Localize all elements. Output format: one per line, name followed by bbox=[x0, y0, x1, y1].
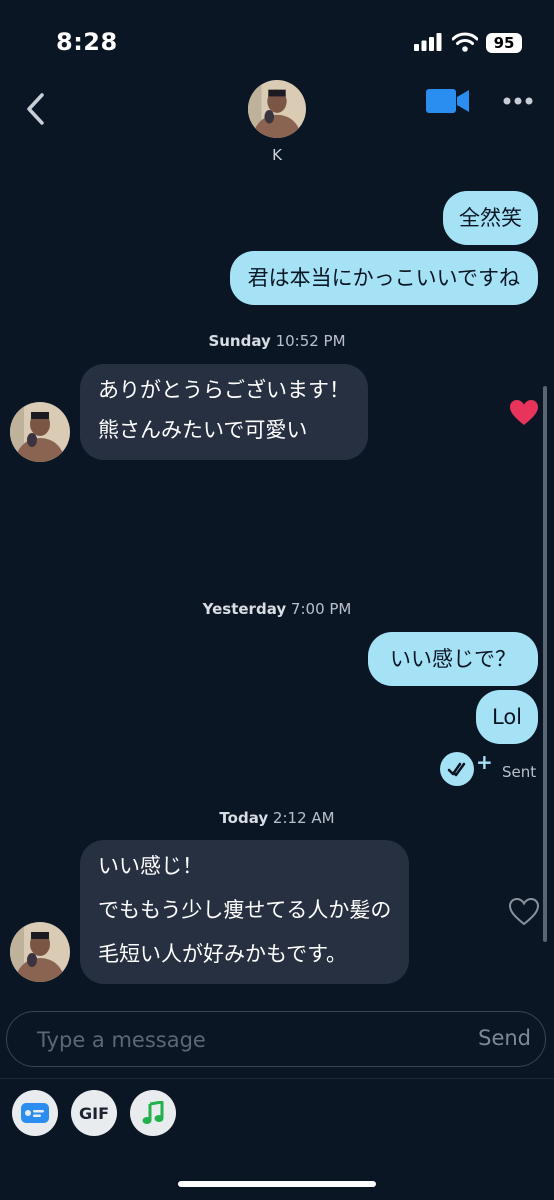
message-sent[interactable]: いい感じで？ bbox=[368, 632, 538, 686]
message-text: いい感じで？ bbox=[390, 647, 516, 671]
timestamp-time: 10:52 PM bbox=[275, 332, 346, 350]
scrollbar[interactable] bbox=[543, 386, 547, 942]
gif-button[interactable]: GIF bbox=[71, 1090, 117, 1136]
message-text-line: いい感じ！ bbox=[98, 854, 203, 878]
plus-icon: + bbox=[476, 750, 493, 774]
more-options-icon[interactable] bbox=[502, 95, 534, 107]
battery-indicator: 95 bbox=[486, 33, 522, 53]
signal-icon bbox=[414, 33, 442, 51]
timestamp-day: Sunday bbox=[208, 332, 271, 350]
message-text-line: ありがとうらございます！ bbox=[98, 378, 350, 402]
send-button[interactable]: Send bbox=[478, 1026, 531, 1050]
contact-name: K bbox=[272, 146, 282, 164]
message-received[interactable]: いい感じ！ でももう少し痩せてる人か髪の 毛短い人が好みかもです。 bbox=[80, 840, 410, 984]
contact-avatar[interactable] bbox=[248, 80, 306, 138]
message-text-line: 熊さんみたいで可愛い bbox=[98, 418, 308, 442]
timestamp-divider: Today 2:12 AM bbox=[0, 809, 554, 827]
message-text: 全然笑 bbox=[459, 206, 522, 230]
status-time: 8:28 bbox=[56, 28, 118, 56]
music-button[interactable] bbox=[130, 1090, 176, 1136]
message-received[interactable]: ありがとうらございます！ 熊さんみたいで可愛い bbox=[80, 364, 368, 460]
double-check-glyph bbox=[447, 762, 466, 777]
avatar-photo bbox=[10, 922, 70, 982]
sticker-button[interactable] bbox=[12, 1090, 58, 1136]
timestamp-time: 7:00 PM bbox=[290, 600, 352, 618]
delivery-status: Sent bbox=[502, 763, 537, 781]
message-text: Lol bbox=[491, 705, 522, 729]
music-note-icon bbox=[142, 1101, 164, 1124]
home-indicator[interactable] bbox=[178, 1181, 376, 1187]
avatar-photo bbox=[10, 402, 70, 462]
message-text-line: でももう少し痩せてる人か髪の bbox=[98, 898, 392, 922]
read-receipt-icon bbox=[440, 752, 474, 786]
message-sent[interactable]: Lol bbox=[475, 690, 538, 744]
wifi-icon bbox=[452, 32, 478, 52]
message-text: 君は本当にかっこいいですね bbox=[247, 266, 520, 290]
heart-filled-icon[interactable] bbox=[509, 399, 539, 427]
sticker-card-icon bbox=[21, 1103, 49, 1123]
heart-outline-icon[interactable] bbox=[509, 898, 539, 926]
message-text-line: 毛短い人が好みかもです。 bbox=[98, 942, 348, 966]
contact-avatar[interactable] bbox=[10, 402, 70, 462]
divider bbox=[0, 1078, 554, 1079]
message-sent[interactable]: 全然笑 bbox=[443, 191, 538, 245]
timestamp-divider: Sunday 10:52 PM bbox=[0, 332, 554, 350]
timestamp-time: 2:12 AM bbox=[272, 809, 335, 827]
message-composer: Send bbox=[6, 1011, 546, 1067]
avatar-photo bbox=[248, 80, 306, 138]
video-call-icon[interactable] bbox=[426, 88, 470, 114]
gif-label: GIF bbox=[78, 1103, 109, 1123]
timestamp-divider: Yesterday 7:00 PM bbox=[0, 600, 554, 618]
message-sent[interactable]: 君は本当にかっこいいですね bbox=[229, 251, 538, 305]
contact-avatar[interactable] bbox=[10, 922, 70, 982]
back-chevron-icon[interactable] bbox=[24, 92, 48, 126]
timestamp-day: Yesterday bbox=[202, 600, 287, 618]
message-input[interactable] bbox=[35, 1024, 459, 1056]
timestamp-day: Today bbox=[219, 809, 269, 827]
